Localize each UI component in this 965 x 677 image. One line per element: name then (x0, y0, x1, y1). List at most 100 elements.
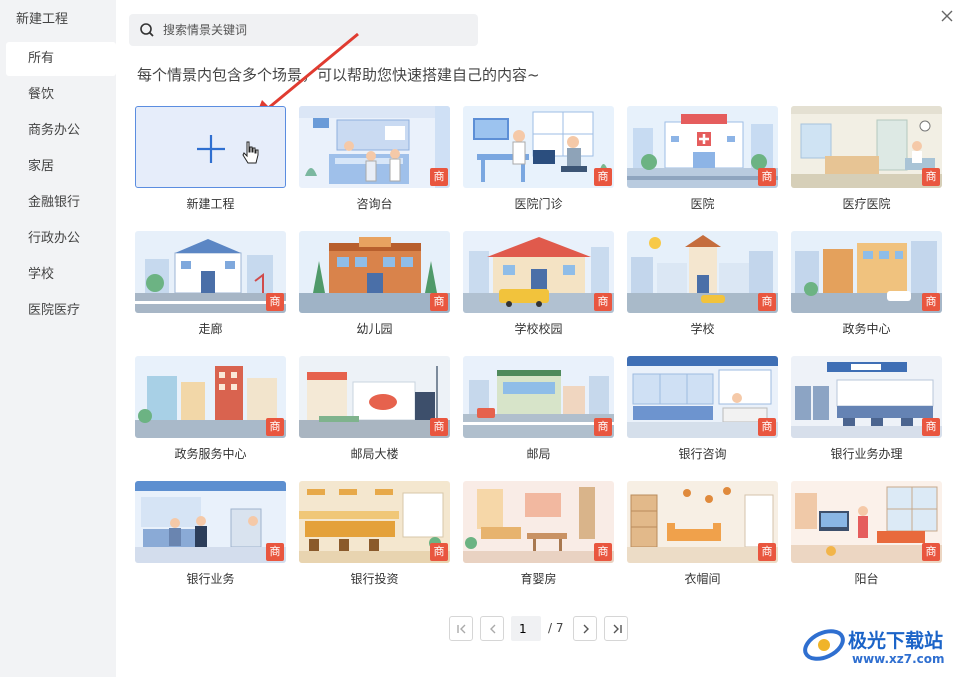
scene-thumb: 商 (463, 106, 614, 188)
scene-thumb: 商 (135, 231, 286, 313)
commercial-badge: 商 (266, 293, 284, 311)
scene-card-post-office[interactable]: 商 邮局 (463, 356, 614, 462)
page-number-input[interactable] (511, 616, 541, 641)
commercial-badge: 商 (430, 293, 448, 311)
scene-thumb: 商 (463, 481, 614, 563)
scene-label: 学校校园 (514, 322, 563, 336)
watermark-name: 极光下载站 (848, 630, 944, 652)
scene-thumb: 商 (299, 106, 450, 188)
bank-business-illustration (135, 481, 286, 563)
scene-card-government-center[interactable]: 商 政务中心 (791, 231, 942, 337)
scene-card-bank-investment[interactable]: 商 银行投资 (299, 481, 450, 587)
scene-label: 医院门诊 (514, 197, 563, 211)
scene-label: 衣帽间 (684, 572, 721, 586)
next-page-button[interactable] (573, 616, 597, 641)
scene-card-school-campus[interactable]: 商 学校校园 (463, 231, 614, 337)
scene-label: 医疗医院 (842, 197, 891, 211)
scene-card-kindergarten[interactable]: 商 幼儿园 (299, 231, 450, 337)
sidebar-item-all[interactable]: 所有 (6, 42, 116, 76)
sidebar-item-finance-bank[interactable]: 金融银行 (6, 186, 116, 220)
reception-illustration (299, 106, 450, 188)
commercial-badge: 商 (594, 168, 612, 186)
commercial-badge: 商 (758, 418, 776, 436)
scene-label: 银行投资 (350, 572, 399, 586)
chevron-right-icon (583, 624, 589, 634)
sidebar-item-home[interactable]: 家居 (6, 150, 116, 184)
first-page-icon (457, 624, 466, 634)
sidebar-item-medical[interactable]: 医院医疗 (6, 294, 116, 328)
commercial-badge: 商 (266, 418, 284, 436)
scene-label: 学校 (690, 322, 715, 336)
scene-label: 银行咨询 (678, 447, 727, 461)
bank-investment-illustration (299, 481, 450, 563)
sidebar-item-business-office[interactable]: 商务办公 (6, 114, 116, 148)
sidebar-item-dining[interactable]: 餐饮 (6, 78, 116, 112)
scene-card-nursery[interactable]: 商 育婴房 (463, 481, 614, 587)
sidebar-item-school[interactable]: 学校 (6, 258, 116, 292)
cloakroom-illustration (627, 481, 778, 563)
scene-thumb: 商 (299, 356, 450, 438)
scene-thumb: 商 (791, 481, 942, 563)
scene-thumb: 商 (627, 106, 778, 188)
scene-label: 邮局大楼 (350, 447, 399, 461)
scene-card-corridor[interactable]: 商 走廊 (135, 231, 286, 337)
scene-label: 育婴房 (520, 572, 557, 586)
page-total: / 7 (548, 621, 564, 635)
bank-consult-illustration (627, 356, 778, 438)
scene-thumb: 商 (463, 356, 614, 438)
scene-label: 银行业务 (186, 572, 235, 586)
scene-card-balcony[interactable]: 商 阳台 (791, 481, 942, 587)
scene-card-new-project[interactable]: 新建工程 (135, 106, 286, 212)
scene-card-cloakroom[interactable]: 商 衣帽间 (627, 481, 778, 587)
scene-card-hospital-clinic[interactable]: 商 医院门诊 (463, 106, 614, 212)
scene-card-bank-consult[interactable]: 商 银行咨询 (627, 356, 778, 462)
scene-label: 医院 (690, 197, 715, 211)
school-illustration (627, 231, 778, 313)
scene-card-hospital[interactable]: 商 医院 (627, 106, 778, 212)
commercial-badge: 商 (922, 418, 940, 436)
scene-label: 邮局 (526, 447, 551, 461)
scene-thumb: 商 (627, 231, 778, 313)
commercial-badge: 商 (922, 293, 940, 311)
commercial-badge: 商 (922, 543, 940, 561)
scene-thumb: 商 (299, 481, 450, 563)
scene-label: 政务中心 (842, 322, 891, 336)
sidebar-title: 新建工程 (16, 12, 69, 27)
scene-label: 走廊 (198, 322, 223, 336)
prev-page-button[interactable] (480, 616, 504, 641)
commercial-badge: 商 (594, 418, 612, 436)
scene-card-bank-business[interactable]: 商 银行业务 (135, 481, 286, 587)
gov-service-illustration (135, 356, 286, 438)
scene-thumb: 商 (135, 481, 286, 563)
plus-icon (197, 135, 259, 164)
category-sidebar: 新建工程 所有 餐饮 商务办公 家居 金融银行 行政办公 学校 医院医疗 (0, 0, 116, 677)
scene-thumb: 商 (299, 231, 450, 313)
scene-thumb: 商 (791, 106, 942, 188)
scene-card-medical-hospital[interactable]: 商 医疗医院 (791, 106, 942, 212)
scene-card-school[interactable]: 商 学校 (627, 231, 778, 337)
clinic-illustration (463, 106, 614, 188)
scene-label: 阳台 (854, 572, 879, 586)
scene-thumb: 商 (627, 356, 778, 438)
hand-cursor-icon (242, 141, 259, 164)
scene-label: 政务服务中心 (174, 447, 247, 461)
scene-label: 银行业务办理 (830, 447, 903, 461)
commercial-badge: 商 (922, 168, 940, 186)
chevron-left-icon (490, 624, 496, 634)
close-button[interactable] (937, 6, 957, 26)
corridor-illustration (135, 231, 286, 313)
bank-hall-illustration (791, 356, 942, 438)
campus-illustration (463, 231, 614, 313)
first-page-button[interactable] (449, 616, 473, 641)
scene-card-post-office-building[interactable]: 商 邮局大楼 (299, 356, 450, 462)
scene-card-consult-desk[interactable]: 商 咨询台 (299, 106, 450, 212)
scene-card-bank-business-handling[interactable]: 商 银行业务办理 (791, 356, 942, 462)
sidebar-item-admin-office[interactable]: 行政办公 (6, 222, 116, 256)
scene-label: 新建工程 (186, 197, 235, 211)
new-project-thumb[interactable] (135, 106, 286, 188)
last-page-button[interactable] (604, 616, 628, 641)
commercial-badge: 商 (758, 168, 776, 186)
commercial-badge: 商 (594, 293, 612, 311)
scene-card-gov-service-center[interactable]: 商 政务服务中心 (135, 356, 286, 462)
balcony-illustration (791, 481, 942, 563)
